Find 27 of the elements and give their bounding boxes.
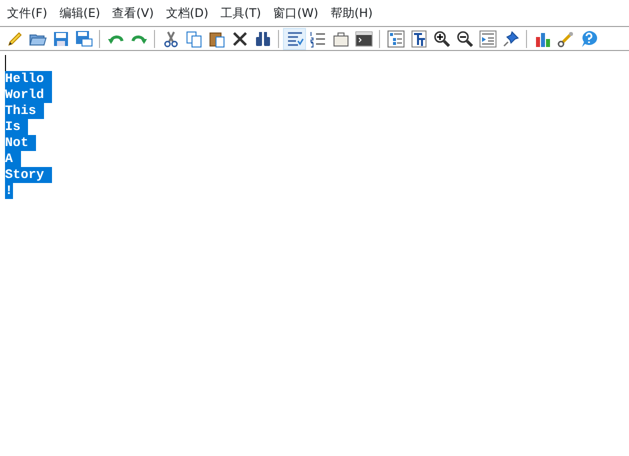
binoculars-icon <box>254 30 272 48</box>
terminal-icon <box>354 30 372 48</box>
menu-item[interactable]: 窗口(W) <box>268 0 324 22</box>
menu-item[interactable]: 文档(D) <box>160 0 214 22</box>
clipboard-icon <box>208 30 226 48</box>
copy-icon <box>184 30 202 48</box>
zoom-in-icon <box>432 30 450 48</box>
numbered-list-icon <box>308 30 326 48</box>
menu-item[interactable]: 查看(V) <box>107 0 159 22</box>
wrench-icon <box>556 30 574 48</box>
pencil-icon <box>6 30 24 48</box>
toolbar-button[interactable] <box>283 28 306 50</box>
menu-item[interactable]: 文件(F) <box>2 0 52 22</box>
zoom-out-icon <box>456 30 474 48</box>
menu-item[interactable]: 编辑(E) <box>54 0 106 22</box>
menu-item[interactable]: 工具(T) <box>215 0 266 22</box>
pushpin-icon <box>502 30 520 48</box>
help-icon <box>580 30 598 48</box>
tree-list-icon <box>386 30 404 48</box>
lines-check-icon <box>286 30 304 48</box>
briefcase-icon <box>332 30 350 48</box>
floppy-disk-icon <box>74 30 92 48</box>
indent-icon <box>478 30 496 48</box>
close-icon <box>230 30 248 48</box>
scissors-icon <box>162 30 180 48</box>
text-letter-icon <box>410 30 428 48</box>
menu-item[interactable]: 帮助(H) <box>325 0 378 22</box>
